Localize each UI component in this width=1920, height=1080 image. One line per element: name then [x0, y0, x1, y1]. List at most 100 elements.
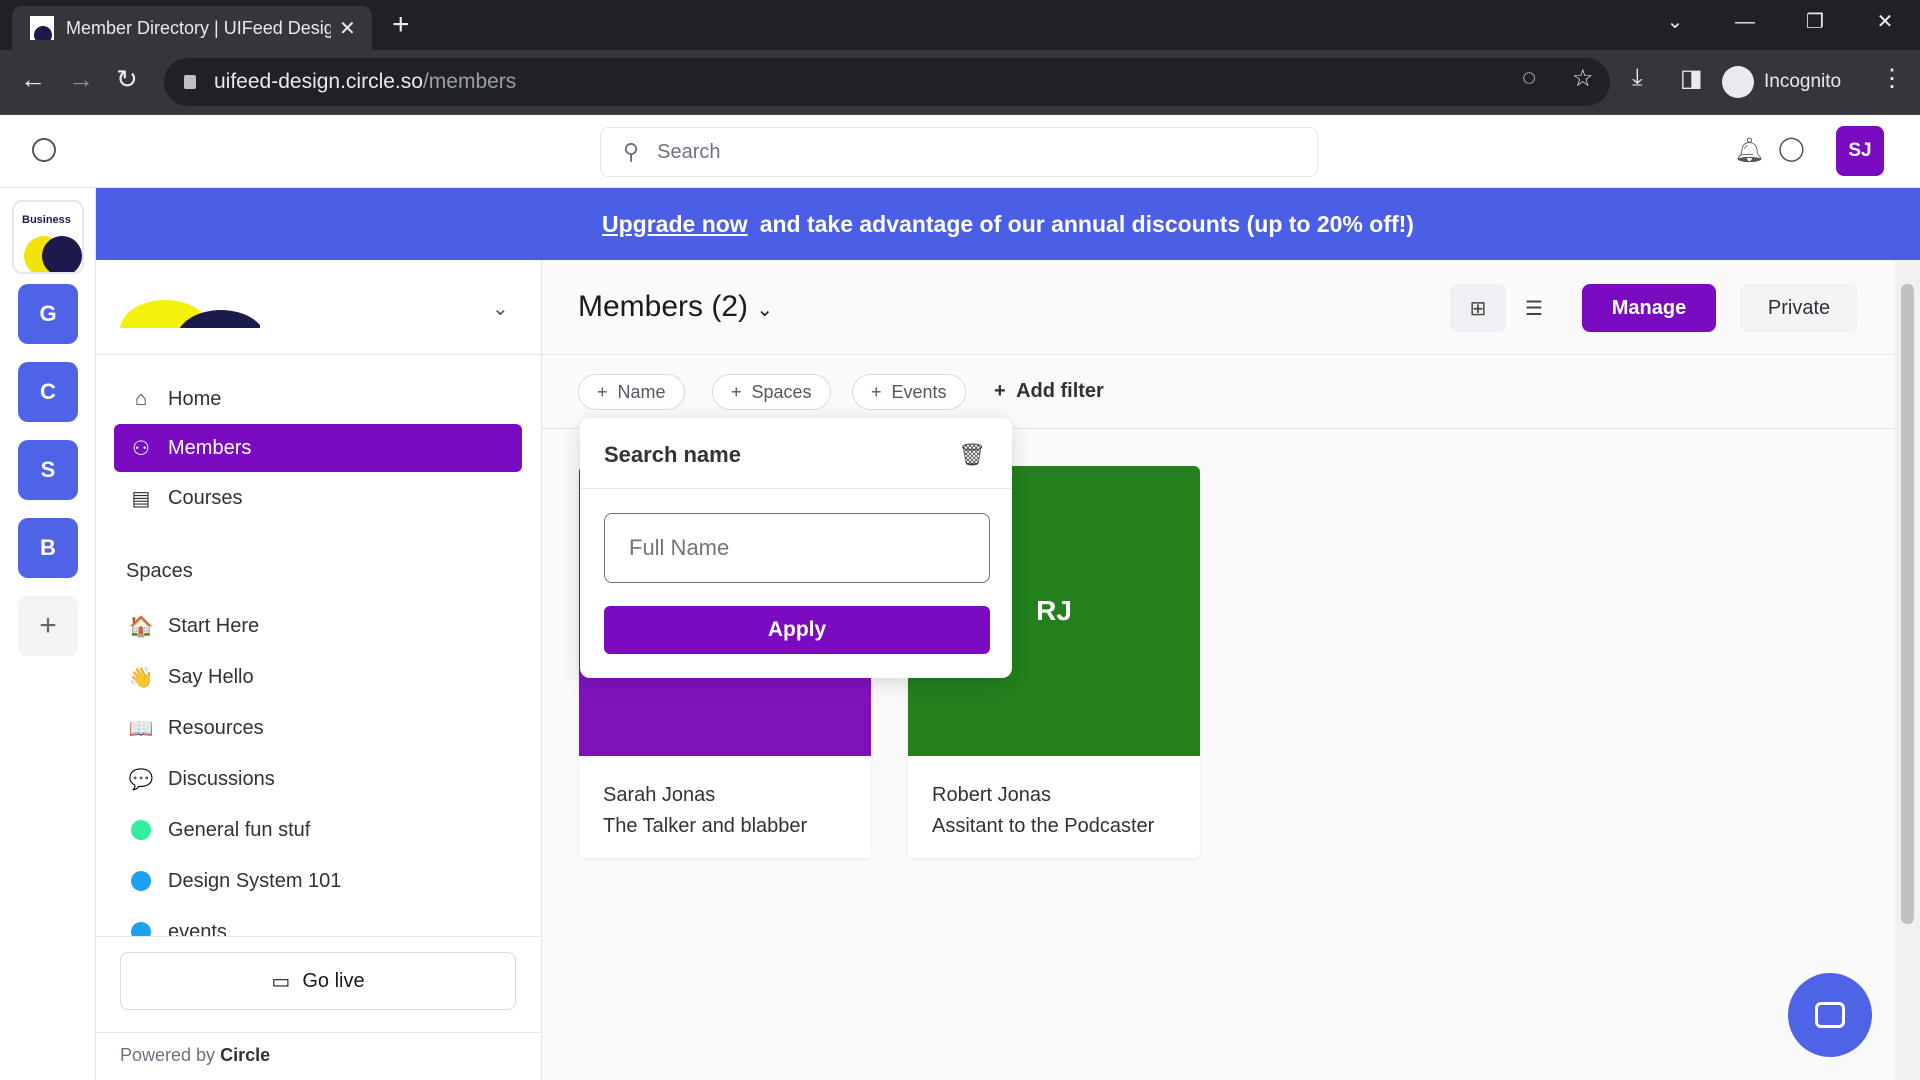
space-dot-icon: [131, 922, 151, 936]
lock-icon: [184, 75, 196, 89]
add-filter-label: Add filter: [1016, 380, 1104, 402]
sidepanel-icon[interactable]: ◨: [1680, 64, 1703, 93]
space-say-hello[interactable]: 👋 Say Hello: [114, 653, 522, 701]
search-name-popover: Search name 🗑︎ Apply: [580, 418, 1012, 678]
filter-events[interactable]: + Events: [852, 374, 966, 410]
incognito-icon: [1722, 66, 1754, 98]
apply-button[interactable]: Apply: [604, 606, 990, 654]
members-main: Members (2) ⌄ ⊞ ☰ Manage Private + Name +…: [542, 260, 1895, 1080]
incognito-badge[interactable]: Incognito: [1722, 58, 1841, 106]
space-label: General fun stuf: [168, 818, 311, 841]
upgrade-link[interactable]: Upgrade now: [602, 211, 748, 238]
waving-hand-icon: 👋: [128, 666, 154, 689]
forward-icon[interactable]: →: [68, 64, 94, 95]
user-avatar[interactable]: SJ: [1836, 126, 1884, 176]
filter-label: Events: [891, 381, 947, 402]
minimize-icon[interactable]: —: [1710, 0, 1780, 44]
plus-icon: +: [731, 381, 742, 402]
space-label: Start Here: [168, 614, 260, 637]
member-headline: Assitant to the Podcaster: [932, 815, 1155, 837]
chevron-down-icon: ⌄: [756, 299, 774, 321]
apps-icon[interactable]: [32, 138, 56, 162]
space-start-here[interactable]: 🏠 Start Here: [114, 602, 522, 650]
download-icon[interactable]: ⤓: [1632, 64, 1643, 92]
chat-bubble-icon: [1815, 1002, 1845, 1028]
space-resources[interactable]: 📖 Resources: [114, 704, 522, 752]
menu-icon[interactable]: ⋮: [1880, 64, 1904, 93]
chat-support-button[interactable]: [1788, 973, 1872, 1057]
app-header: ⚲ Search 🔔︎ ◯ SJ: [0, 116, 1920, 188]
sidebar-item-home[interactable]: ⌂ Home: [114, 375, 522, 423]
restore-icon[interactable]: ❐: [1780, 0, 1850, 44]
title-text: Members (2): [578, 290, 749, 323]
sidebar-item-courses[interactable]: ▤ Courses: [114, 474, 522, 522]
chevron-down-icon[interactable]: ⌄: [492, 296, 509, 321]
community-c[interactable]: C: [18, 362, 78, 422]
close-window-icon[interactable]: ✕: [1850, 0, 1920, 44]
address-bar: ← → ↻ uifeed-design.circle.so/members ◌ …: [0, 50, 1920, 115]
back-icon[interactable]: ←: [20, 64, 46, 95]
space-dot-icon: [131, 871, 151, 891]
close-tab-icon[interactable]: ✕: [339, 16, 356, 41]
star-icon[interactable]: ☆: [1572, 64, 1594, 93]
grid-view-button[interactable]: ⊞: [1450, 284, 1506, 332]
add-filter-button[interactable]: + Add filter: [994, 380, 1104, 403]
go-live-button[interactable]: ▭ Go live: [120, 952, 516, 1010]
favicon: [30, 16, 54, 40]
powered-by-label: Powered by: [120, 1045, 216, 1065]
banner-text: and take advantage of our annual discoun…: [759, 210, 1414, 237]
space-design-system[interactable]: Design System 101: [114, 857, 522, 905]
house-icon: 🏠: [128, 615, 154, 638]
url-field[interactable]: uifeed-design.circle.so/members: [164, 58, 1610, 106]
scrollbar-thumb[interactable]: [1901, 284, 1914, 924]
reload-icon[interactable]: ↻: [116, 64, 138, 95]
community-g[interactable]: G: [18, 284, 78, 344]
go-live-label: Go live: [302, 969, 365, 992]
window-controls: ⌄ — ❐ ✕: [1640, 0, 1920, 44]
add-community-button[interactable]: +: [18, 596, 78, 656]
tab-search-icon[interactable]: ⌄: [1640, 0, 1710, 44]
spaces-heading: Spaces: [126, 560, 193, 582]
list-view-button[interactable]: ☰: [1506, 284, 1562, 332]
space-label: Resources: [168, 716, 264, 739]
community-s[interactable]: S: [18, 440, 78, 500]
members-icon: ⚇: [132, 437, 150, 460]
community-business[interactable]: Business: [12, 200, 84, 274]
bell-icon[interactable]: 🔔︎: [1734, 136, 1764, 165]
new-tab-button[interactable]: +: [392, 8, 410, 42]
profile-label: Incognito: [1764, 71, 1842, 92]
popover-title: Search name: [604, 442, 741, 467]
browser-tab-bar: Member Directory | UIFeed Design ✕ + ⌄ —…: [0, 0, 1920, 50]
scrollbar[interactable]: [1895, 260, 1920, 1080]
sidebar-item-label: Courses: [168, 486, 243, 509]
space-dot-icon: [131, 820, 151, 840]
filter-spaces[interactable]: + Spaces: [712, 374, 831, 410]
speech-bubble-icon: 💬: [128, 768, 154, 791]
community-logo: [120, 300, 260, 328]
browser-tab[interactable]: Member Directory | UIFeed Design ✕: [12, 6, 372, 50]
full-name-input[interactable]: [604, 513, 990, 583]
chat-icon[interactable]: ◯: [1778, 134, 1805, 163]
search-input[interactable]: ⚲ Search: [600, 127, 1318, 177]
community-b[interactable]: B: [18, 518, 78, 578]
page-title[interactable]: Members (2) ⌄: [578, 290, 773, 324]
powered-by[interactable]: Powered by Circle: [120, 1045, 270, 1066]
search-placeholder: Search: [657, 140, 721, 163]
space-events-clip: events: [96, 908, 542, 936]
space-general-fun[interactable]: General fun stuf: [114, 806, 522, 854]
divider: [96, 354, 542, 355]
video-camera-icon: ▭: [271, 970, 291, 993]
space-events[interactable]: events: [114, 908, 522, 936]
sidebar-item-label: Members: [168, 436, 252, 459]
private-button[interactable]: Private: [1740, 284, 1858, 332]
space-label: Discussions: [168, 767, 275, 790]
sidebar-item-members[interactable]: ⚇ Members: [114, 424, 522, 472]
tab-title: Member Directory | UIFeed Design: [66, 17, 331, 38]
plus-icon: +: [871, 381, 882, 402]
space-discussions[interactable]: 💬 Discussions: [114, 755, 522, 803]
trash-icon[interactable]: 🗑︎: [958, 442, 986, 468]
manage-button[interactable]: Manage: [1582, 284, 1716, 332]
list-icon: ☰: [1525, 297, 1543, 320]
filter-name[interactable]: + Name: [578, 374, 685, 410]
eye-off-icon[interactable]: ◌: [1522, 64, 1536, 92]
